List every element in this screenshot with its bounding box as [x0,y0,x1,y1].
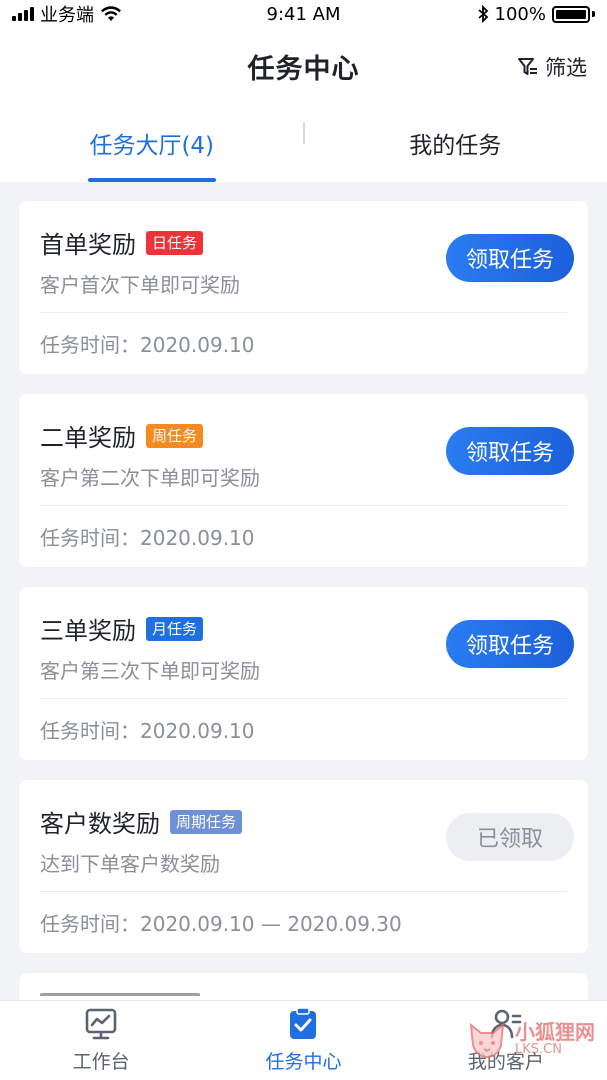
carrier-label: 业务端 [40,5,94,26]
task-description: 客户首次下单即可奖励 [40,273,240,297]
filter-button[interactable]: 筛选 [517,52,587,82]
task-title: 客户数奖励 [40,810,160,838]
tab-my-tasks[interactable]: 我的任务 [304,104,607,182]
nav-bar: 任务中心 筛选 [0,28,607,104]
claim-task-button[interactable]: 领取任务 [446,234,574,282]
filter-icon [518,58,537,75]
task-tag: 周任务 [146,423,204,448]
card-divider [40,312,567,313]
claim-task-button[interactable]: 领取任务 [446,427,574,475]
task-card: 二单奖励 周任务 客户第二次下单即可奖励 领取任务 任务时间：2020.09.1… [19,394,588,567]
task-title: 二单奖励 [40,424,136,452]
claim-task-button[interactable]: 领取任务 [446,620,574,668]
task-tag: 周期任务 [170,809,243,834]
watermark-domain: LKS.CN [515,1041,562,1057]
status-bar: 业务端 9:41 AM 100% [0,0,607,28]
task-time: 任务时间：2020.09.10 [40,333,255,357]
task-card: 首单奖励 日任务 客户首次下单即可奖励 领取任务 任务时间：2020.09.10 [19,201,588,374]
task-time: 任务时间：2020.09.10 [40,719,255,743]
tab-divider [303,122,305,144]
tab-task-hall[interactable]: 任务大厅(4) [0,104,304,182]
page-title: 任务中心 [247,53,360,85]
task-tag: 日任务 [146,230,204,255]
status-right: 100% [477,4,595,25]
battery-icon [552,5,595,23]
signal-icon [12,7,34,21]
task-title: 首单奖励 [40,231,136,259]
task-list: 首单奖励 日任务 客户首次下单即可奖励 领取任务 任务时间：2020.09.10… [19,201,588,1013]
status-left: 业务端 [12,1,122,27]
card-divider [40,505,567,506]
chart-board-icon [85,1008,117,1040]
watermark: 小狐狸网 LKS.CN [463,1002,601,1076]
task-card: 客户数奖励 周期任务 达到下单客户数奖励 已领取 任务时间：2020.09.10… [19,780,588,953]
bottom-nav-task-center[interactable]: 任务中心 [202,1001,404,1080]
filter-label: 筛选 [545,56,587,80]
card-divider [40,891,567,892]
claimed-status-button[interactable]: 已领取 [446,813,574,861]
task-description: 客户第二次下单即可奖励 [40,466,260,490]
bluetooth-icon [477,5,488,23]
task-title: 三单奖励 [40,617,136,645]
bottom-nav-label: 工作台 [72,1051,130,1073]
task-card: 三单奖励 月任务 客户第三次下单即可奖励 领取任务 任务时间：2020.09.1… [19,587,588,760]
fox-logo-icon [469,1022,505,1059]
task-description: 达到下单客户数奖励 [40,852,220,876]
task-check-icon [290,1007,317,1039]
task-description: 客户第三次下单即可奖励 [40,659,260,683]
battery-percent: 100% [494,3,546,25]
bottom-nav-label: 任务中心 [265,1051,342,1073]
task-time: 任务时间：2020.09.10 [40,526,255,550]
watermark-text: 小狐狸网 [515,1019,595,1044]
wifi-icon [101,6,121,21]
task-tag: 月任务 [146,616,204,641]
card-divider [40,698,567,699]
task-time: 任务时间：2020.09.10 — 2020.09.30 [40,912,402,936]
bottom-nav-workbench[interactable]: 工作台 [0,1001,202,1080]
